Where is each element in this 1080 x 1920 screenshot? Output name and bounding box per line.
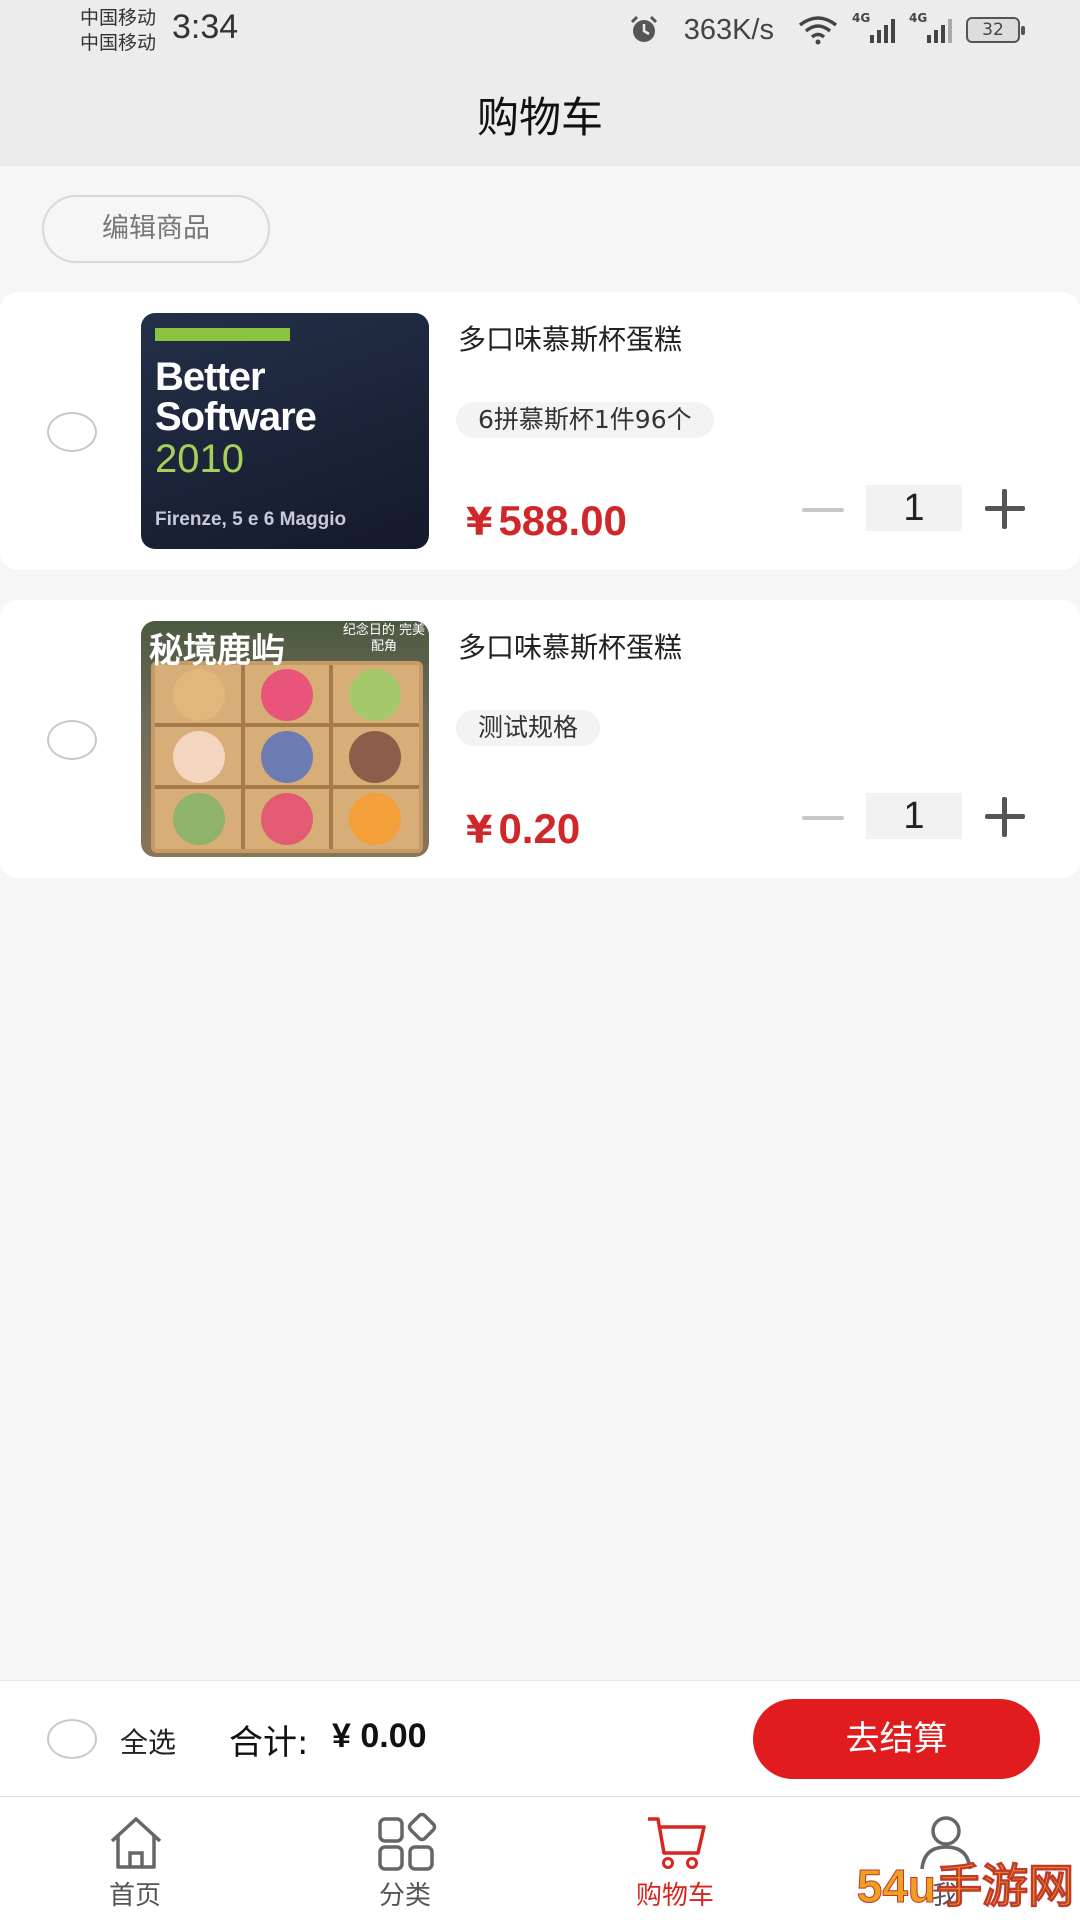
cake-box-graphic [151,661,423,853]
image-title: 秘境鹿屿 [149,631,285,671]
currency-symbol: ¥ [466,808,493,852]
product-name[interactable]: 多口味慕斯杯蛋糕 [458,626,682,666]
green-bar-graphic [155,328,290,341]
product-spec: 6拼慕斯杯1件96个 [456,402,714,438]
cart-item: 秘境鹿屿 纪念日的 完美配角 多口味慕斯杯蛋糕 测试规格 ¥0.20 1 [0,600,1080,878]
top-bar: 中国移动 中国移动 3:34 363K/s 4G 4G 32 购物车 [0,0,1080,166]
cart-page: 中国移动 中国移动 3:34 363K/s 4G 4G 32 购物车 编辑商品 … [0,0,1080,1920]
page-title: 购物车 [476,93,603,142]
select-all-checkbox[interactable] [47,1719,97,1759]
product-name[interactable]: 多口味慕斯杯蛋糕 [458,318,682,358]
tab-cart[interactable]: 购物车 [540,1797,810,1920]
decrease-quantity-button[interactable] [798,486,848,536]
image-subtitle: 纪念日的 完美配角 [342,623,426,654]
product-image[interactable]: 秘境鹿屿 纪念日的 完美配角 [141,621,429,857]
quantity-value[interactable]: 1 [866,485,962,531]
battery-icon: 32 [966,17,1025,43]
signal-icon: 4G [909,11,952,43]
tab-label: 分类 [378,1881,431,1911]
tab-home[interactable]: 首页 [0,1797,270,1920]
product-price: ¥0.20 [466,805,580,853]
total-label: 合计: [229,1723,309,1763]
category-icon [378,1812,437,1871]
price-value: 0.20 [498,805,581,852]
product-price: ¥588.00 [466,497,627,545]
carrier-2: 中国移动 [80,32,157,54]
cart-item: Better Software 2010 Firenze, 5 e 6 Magg… [0,292,1080,570]
alarm-icon [630,15,657,42]
home-icon [110,1817,162,1869]
settlement-bar: 全选 合计: ¥ 0.00 去结算 [0,1680,1080,1796]
item-checkbox[interactable] [47,720,97,760]
tab-category[interactable]: 分类 [270,1797,540,1920]
increase-quantity-button[interactable] [980,484,1030,534]
total-amount: ¥ 0.00 [332,1717,427,1755]
carrier-info: 中国移动 中国移动 [80,6,156,56]
carrier-1: 中国移动 [80,7,157,29]
status-icons: 363K/s 4G 4G 32 [628,11,1025,48]
select-all-label[interactable]: 全选 [120,1721,176,1761]
wifi-icon [798,16,838,45]
status-time: 3:34 [172,8,239,46]
tab-label: 首页 [108,1881,161,1911]
price-value: 588.00 [498,497,627,544]
decrease-quantity-button[interactable] [798,794,848,844]
product-spec: 测试规格 [456,710,601,746]
cart-icon [648,1817,706,1869]
signal-icon: 4G [852,11,895,43]
checkout-button[interactable]: 去结算 [753,1699,1040,1779]
currency-symbol: ¥ [466,500,493,544]
tab-label: 购物车 [635,1881,714,1911]
net-speed: 363K/s [683,13,774,46]
edit-products-button[interactable]: 编辑商品 [42,195,270,263]
cupcakes-graphic [155,665,419,849]
item-checkbox[interactable] [47,412,97,452]
quantity-value[interactable]: 1 [866,793,962,839]
watermark-logo: 54u手游网 [856,1860,1074,1913]
product-image[interactable]: Better Software 2010 Firenze, 5 e 6 Magg… [141,313,429,549]
increase-quantity-button[interactable] [980,792,1030,842]
